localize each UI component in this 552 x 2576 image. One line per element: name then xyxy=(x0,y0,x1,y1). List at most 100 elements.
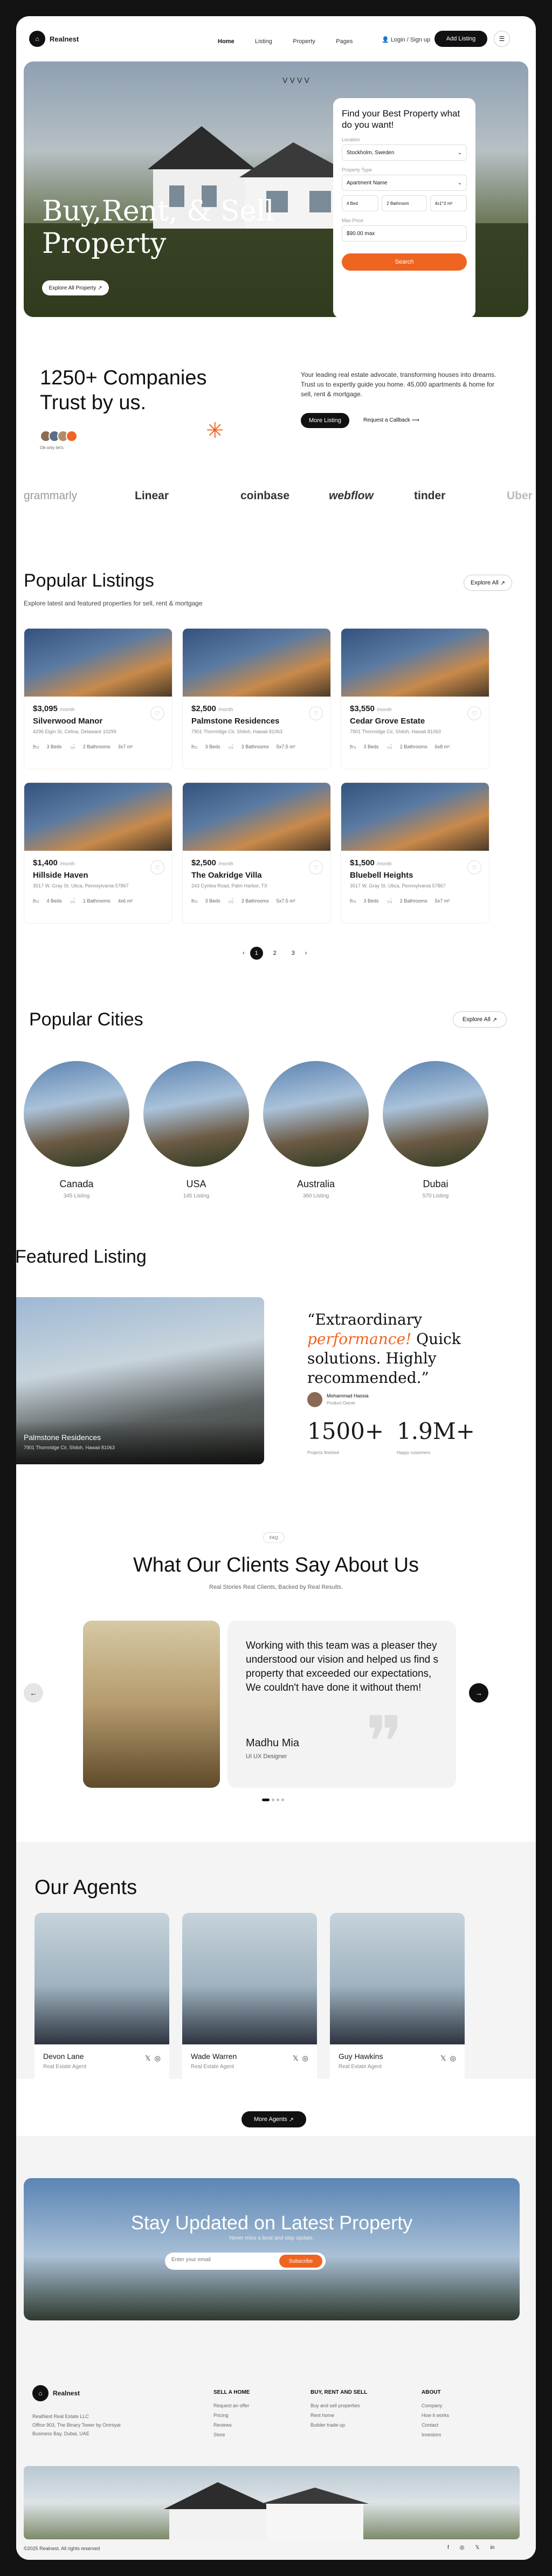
next-page-icon[interactable]: › xyxy=(305,950,307,956)
footer-link[interactable]: Builder trade-up xyxy=(310,2422,367,2428)
twitter-icon[interactable]: 𝕏 xyxy=(475,2545,480,2551)
footer-logo-icon[interactable]: ⌂ xyxy=(32,2385,49,2401)
listing-card[interactable]: ♡ $3,550 /month Cedar Grove Estate 7901 … xyxy=(341,628,489,769)
heart-icon[interactable]: ♡ xyxy=(467,860,481,874)
nav-pages[interactable]: Pages xyxy=(336,38,353,45)
listing-name[interactable]: Bluebell Heights xyxy=(350,871,480,880)
listing-image[interactable] xyxy=(341,629,489,697)
instagram-icon[interactable]: ◎ xyxy=(460,2545,465,2551)
location-select[interactable]: Stockholm, Sweden ⌄ xyxy=(342,144,467,161)
nav-home[interactable]: Home xyxy=(218,38,234,45)
more-listing-button[interactable]: More Listing xyxy=(301,413,349,428)
listing-image[interactable] xyxy=(24,783,172,851)
featured-image[interactable]: Palmstone Residences 7901 Thornridge Cir… xyxy=(16,1297,264,1464)
nav-property[interactable]: Property xyxy=(293,38,315,45)
heart-icon[interactable]: ♡ xyxy=(309,860,323,874)
heart-icon[interactable]: ♡ xyxy=(150,706,164,720)
property-type-select[interactable]: Apartment Name ⌄ xyxy=(342,175,467,191)
city-item[interactable]: Dubai 570 Listing xyxy=(383,1061,488,1199)
city-image[interactable] xyxy=(143,1061,249,1167)
twitter-icon[interactable]: 𝕏 xyxy=(440,2054,446,2062)
max-price-input[interactable]: $90.00 max xyxy=(342,225,467,242)
menu-icon[interactable]: ☰ xyxy=(494,31,510,47)
heart-icon[interactable]: ♡ xyxy=(150,860,164,874)
nav-listing[interactable]: Listing xyxy=(255,38,272,45)
listing-card[interactable]: ♡ $3,095 /month Silverwood Manor 4296 El… xyxy=(24,628,172,769)
footer-link[interactable]: Rent home xyxy=(310,2413,367,2418)
footer-link[interactable]: Reviews xyxy=(213,2422,250,2428)
listing-card[interactable]: ♡ $2,500 /month The Oakridge Villa 243 C… xyxy=(182,782,331,924)
carousel-dot[interactable] xyxy=(262,1799,270,1801)
listing-card[interactable]: ♡ $1,400 /month Hillside Haven 3517 W. G… xyxy=(24,782,172,924)
listing-card[interactable]: ♡ $2,500 /month Palmstone Residences 790… xyxy=(182,628,331,769)
page-2[interactable]: 2 xyxy=(268,947,281,960)
featured-quote: “Extraordinary performance! Quick soluti… xyxy=(307,1310,507,1388)
carousel-dot[interactable] xyxy=(281,1799,284,1801)
listing-image[interactable] xyxy=(24,629,172,697)
twitter-icon[interactable]: 𝕏 xyxy=(145,2054,150,2062)
agent-photo xyxy=(34,1913,169,2044)
newsletter-email-input[interactable] xyxy=(171,2257,274,2263)
listing-image[interactable] xyxy=(183,783,330,851)
heart-icon[interactable]: ♡ xyxy=(309,706,323,720)
baths-select[interactable]: 2 Bathroom xyxy=(382,195,427,211)
brand-name[interactable]: Realnest xyxy=(50,35,79,43)
heart-icon[interactable]: ♡ xyxy=(467,706,481,720)
linkedin-icon[interactable]: in xyxy=(491,2545,495,2551)
login-link[interactable]: 👤 Login / Sign up xyxy=(382,36,430,43)
twitter-icon[interactable]: 𝕏 xyxy=(293,2054,298,2062)
footer-col-title: BUY, RENT AND SELL xyxy=(310,2389,368,2395)
subscribe-button[interactable]: Subscribe xyxy=(279,2255,322,2268)
city-image[interactable] xyxy=(24,1061,129,1167)
instagram-icon[interactable]: ◎ xyxy=(155,2054,161,2062)
instagram-icon[interactable]: ◎ xyxy=(450,2054,456,2062)
explore-all-listings-button[interactable]: Explore All ↗ xyxy=(464,575,512,591)
request-callback-link[interactable]: Request a Callback ⟶ xyxy=(363,417,419,423)
explore-all-cities-button[interactable]: Explore All ↗ xyxy=(453,1011,507,1028)
page-3[interactable]: 3 xyxy=(287,947,300,960)
listing-image[interactable] xyxy=(183,629,330,697)
city-image[interactable] xyxy=(263,1061,369,1167)
carousel-dot[interactable] xyxy=(272,1799,274,1801)
popular-listings-title: Popular Listings xyxy=(24,570,154,591)
facebook-icon[interactable]: f xyxy=(447,2545,449,2551)
city-item[interactable]: Canada 345 Listing xyxy=(24,1061,129,1199)
listing-name[interactable]: Hillside Haven xyxy=(33,871,163,880)
footer-link[interactable]: Contact xyxy=(422,2422,449,2428)
prev-page-icon[interactable]: ‹ xyxy=(243,950,245,956)
city-image[interactable] xyxy=(383,1061,488,1167)
listing-card[interactable]: ♡ $1,500 /month Bluebell Heights 3517 W.… xyxy=(341,782,489,924)
city-item[interactable]: USA 145 Listing xyxy=(143,1061,249,1199)
footer-link[interactable]: Investors xyxy=(422,2432,449,2437)
footer-link[interactable]: Pricing xyxy=(213,2413,250,2418)
city-item[interactable]: Australia 360 Listing xyxy=(263,1061,369,1199)
next-testimonial-button[interactable]: → xyxy=(469,1683,488,1703)
instagram-icon[interactable]: ◎ xyxy=(302,2054,308,2062)
search-button[interactable]: Search xyxy=(342,253,467,271)
type-label: Property Type xyxy=(342,167,372,173)
beds-select[interactable]: 4 Bed xyxy=(342,195,379,211)
agent-card[interactable]: Wade Warren Real Estate Agent 𝕏 ◎ xyxy=(182,1913,317,2085)
footer-link[interactable]: Request an offer xyxy=(213,2403,250,2408)
more-agents-button[interactable]: More Agents ↗ xyxy=(242,2111,306,2127)
area-select[interactable]: 4x1^2 m² xyxy=(430,195,467,211)
carousel-dot[interactable] xyxy=(277,1799,279,1801)
logo-icon[interactable]: ⌂ xyxy=(29,31,45,47)
footer-link[interactable]: Buy and sell properties xyxy=(310,2403,367,2408)
listing-name[interactable]: Silverwood Manor xyxy=(33,717,163,726)
add-listing-button[interactable]: Add Listing xyxy=(434,31,487,47)
explore-all-property-button[interactable]: Explore All Property ↗ xyxy=(42,280,109,295)
featured-card-name: Palmstone Residences xyxy=(24,1433,101,1442)
prev-testimonial-button[interactable]: ← xyxy=(24,1683,43,1703)
listing-name[interactable]: Cedar Grove Estate xyxy=(350,717,480,726)
listing-name[interactable]: The Oakridge Villa xyxy=(191,871,322,880)
agent-card[interactable]: Devon Lane Real Estate Agent 𝕏 ◎ xyxy=(34,1913,169,2085)
footer-link[interactable]: Company xyxy=(422,2403,449,2408)
footer-link[interactable]: Store xyxy=(213,2432,250,2437)
page-1[interactable]: 1 xyxy=(250,947,263,960)
listing-name[interactable]: Palmstone Residences xyxy=(191,717,322,726)
agent-card[interactable]: Guy Hawkins Real Estate Agent 𝕏 ◎ xyxy=(330,1913,465,2085)
footer-col-title: SELL A HOME xyxy=(213,2389,250,2395)
listing-image[interactable] xyxy=(341,783,489,851)
footer-link[interactable]: How it works xyxy=(422,2413,449,2418)
